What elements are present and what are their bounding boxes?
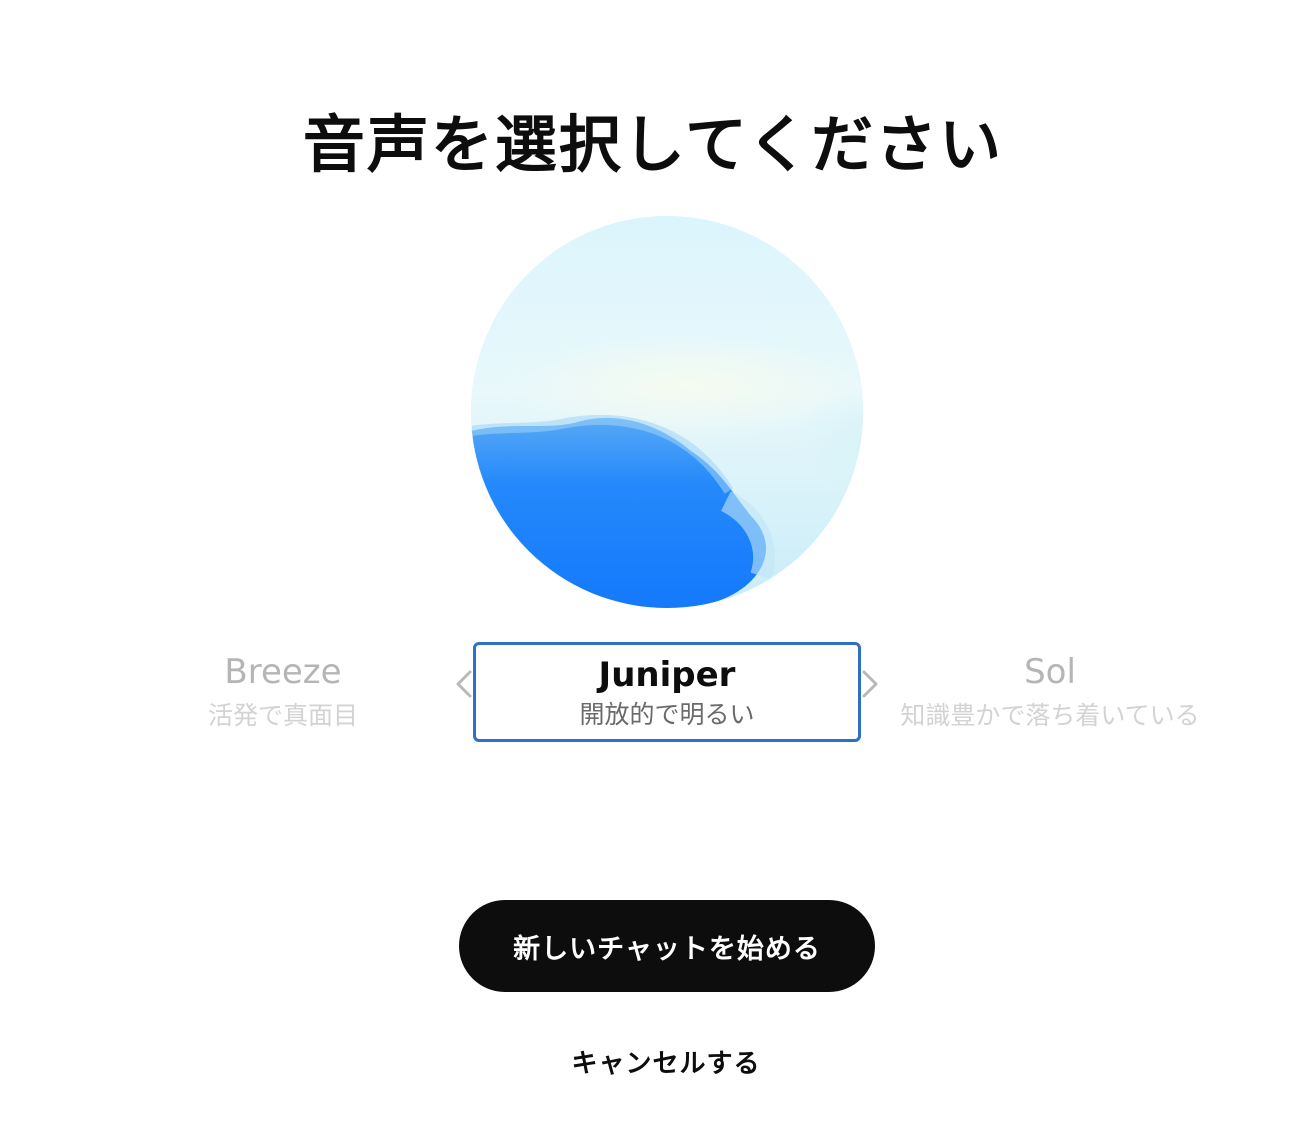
voice-option-breeze[interactable]: Breeze 活発で真面目 (133, 652, 433, 732)
cancel-button[interactable]: キャンセルする (533, 1038, 799, 1084)
voice-option-sol[interactable]: Sol 知識豊かで落ち着いている (860, 652, 1240, 732)
voice-name: Juniper (598, 655, 736, 695)
voice-option-juniper-selected[interactable]: Juniper 開放的で明るい (473, 642, 861, 742)
chevron-left-icon[interactable] (454, 668, 474, 700)
voice-description: 開放的で明るい (579, 700, 755, 729)
start-new-chat-button[interactable]: 新しいチャットを始める (459, 900, 875, 992)
voice-orb-graphic (471, 216, 863, 608)
voice-name: Breeze (224, 652, 342, 692)
voice-description: 知識豊かで落ち着いている (900, 701, 1200, 730)
voice-orb (471, 216, 863, 608)
voice-description: 活発で真面目 (207, 701, 358, 730)
page-title: 音声を選択してください (302, 107, 1004, 181)
voice-name: Sol (1024, 652, 1076, 692)
